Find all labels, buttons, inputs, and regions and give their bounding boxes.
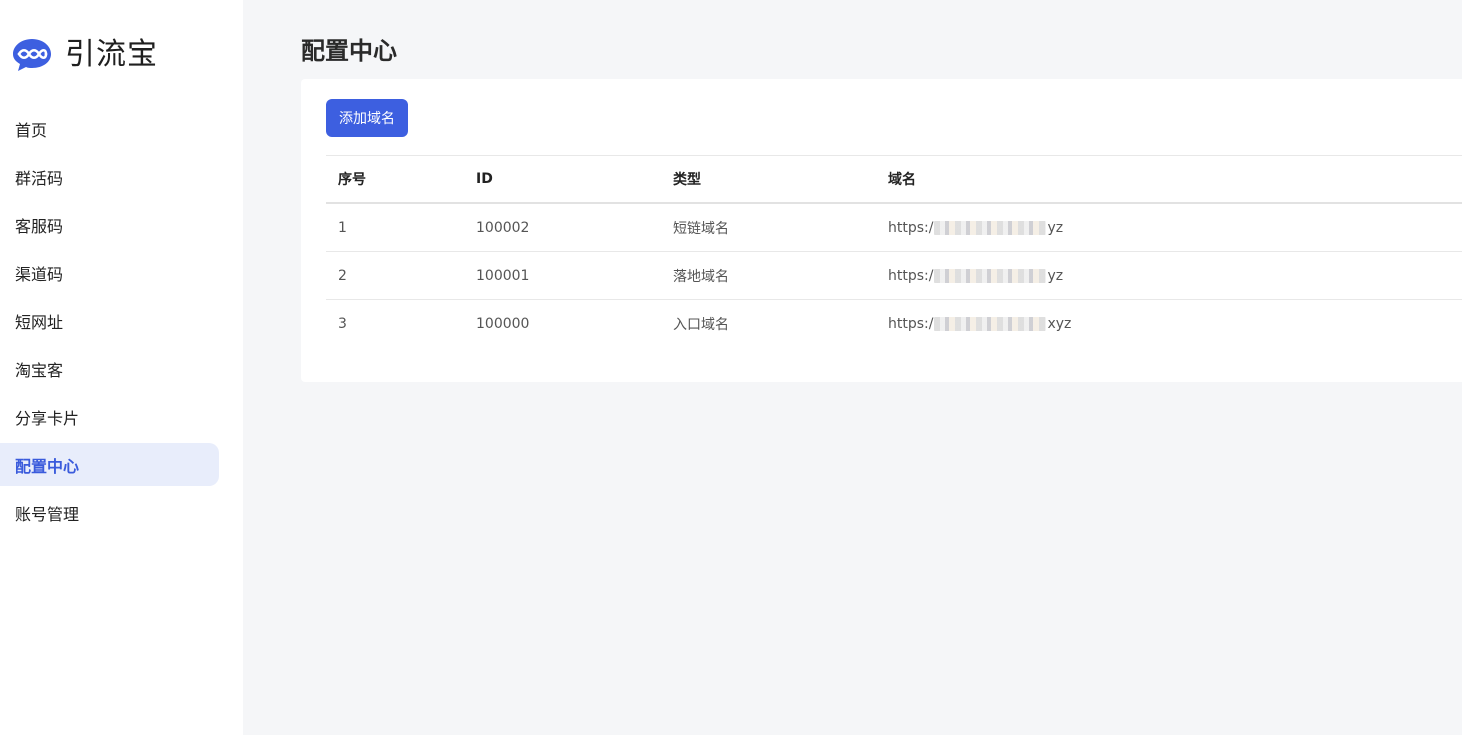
sidebar-item-short-url[interactable]: 短网址 [0,299,219,342]
cell-index: 2 [338,267,347,284]
cell-type: 落地域名 [673,268,729,285]
cell-id: 100000 [476,316,530,332]
cell-id: 100002 [476,219,530,236]
header-id: ID [476,171,493,187]
sidebar-item-label: 群活码 [15,168,64,188]
sidebar: 引流宝 首页 群活码 客服码 渠道码 短网址 淘宝客 分享卡片 配置中心 账号管… [0,0,243,735]
sidebar-item-label: 淘宝客 [15,360,64,380]
sidebar-nav: 首页 群活码 客服码 渠道码 短网址 淘宝客 分享卡片 配置中心 账号管理 [0,107,243,539]
cell-id: 100001 [476,267,530,284]
sidebar-item-taobaoke[interactable]: 淘宝客 [0,347,219,390]
domain-prefix: https:/ [888,316,934,332]
domain-suffix: yz [1047,219,1064,236]
table-row[interactable]: 1 100002 短链域名 https:/ yz [326,204,1462,252]
sidebar-item-label: 短网址 [15,312,64,332]
sidebar-item-service-qrcode[interactable]: 客服码 [0,203,219,246]
domain-table: 序号 ID 类型 域名 1 100002 短链域名 https:/ yz 2 1… [326,155,1462,348]
cell-index: 1 [338,219,347,236]
sidebar-item-label: 账号管理 [15,504,80,524]
sidebar-item-label: 配置中心 [15,456,80,476]
redacted-blur [934,317,1047,331]
sidebar-item-share-card[interactable]: 分享卡片 [0,395,219,438]
brand[interactable]: 引流宝 [12,35,158,75]
cell-index: 3 [338,316,347,332]
header-index: 序号 [338,172,366,188]
domain-prefix: https:/ [888,267,934,284]
sidebar-item-label: 客服码 [15,216,64,236]
sidebar-item-group-qrcode[interactable]: 群活码 [0,155,219,198]
table-header: 序号 ID 类型 域名 [326,155,1462,204]
cell-domain: https:/ yz [888,220,1063,236]
page-title: 配置中心 [301,37,397,65]
sidebar-item-account[interactable]: 账号管理 [0,491,219,534]
sidebar-item-home[interactable]: 首页 [0,107,219,150]
cell-domain: https:/ yz [888,268,1063,284]
header-domain: 域名 [888,172,916,188]
header-type: 类型 [673,172,701,188]
sidebar-item-label: 分享卡片 [15,408,80,428]
sidebar-item-config-center[interactable]: 配置中心 [0,443,219,486]
app-root: 引流宝 首页 群活码 客服码 渠道码 短网址 淘宝客 分享卡片 配置中心 账号管… [0,0,1462,735]
domain-card: 添加域名 序号 ID 类型 域名 1 100002 短链域名 https:/ y… [301,79,1462,382]
sidebar-item-label: 渠道码 [15,264,64,284]
add-domain-button[interactable]: 添加域名 [326,99,408,137]
table-row[interactable]: 2 100001 落地域名 https:/ yz [326,252,1462,300]
table-row[interactable]: 3 100000 入口域名 https:/ xyz [326,300,1462,348]
chain-bubble-icon [13,39,51,71]
sidebar-item-label: 首页 [15,120,48,140]
cell-type: 入口域名 [673,317,729,333]
domain-suffix: xyz [1047,316,1072,332]
redacted-blur [934,220,1047,235]
domain-prefix: https:/ [888,219,934,236]
redacted-blur [934,268,1047,283]
domain-suffix: yz [1047,267,1064,284]
sidebar-item-channel-qrcode[interactable]: 渠道码 [0,251,219,294]
cell-domain: https:/ xyz [888,316,1071,332]
cell-type: 短链域名 [673,220,729,237]
brand-name: 引流宝 [65,37,158,72]
